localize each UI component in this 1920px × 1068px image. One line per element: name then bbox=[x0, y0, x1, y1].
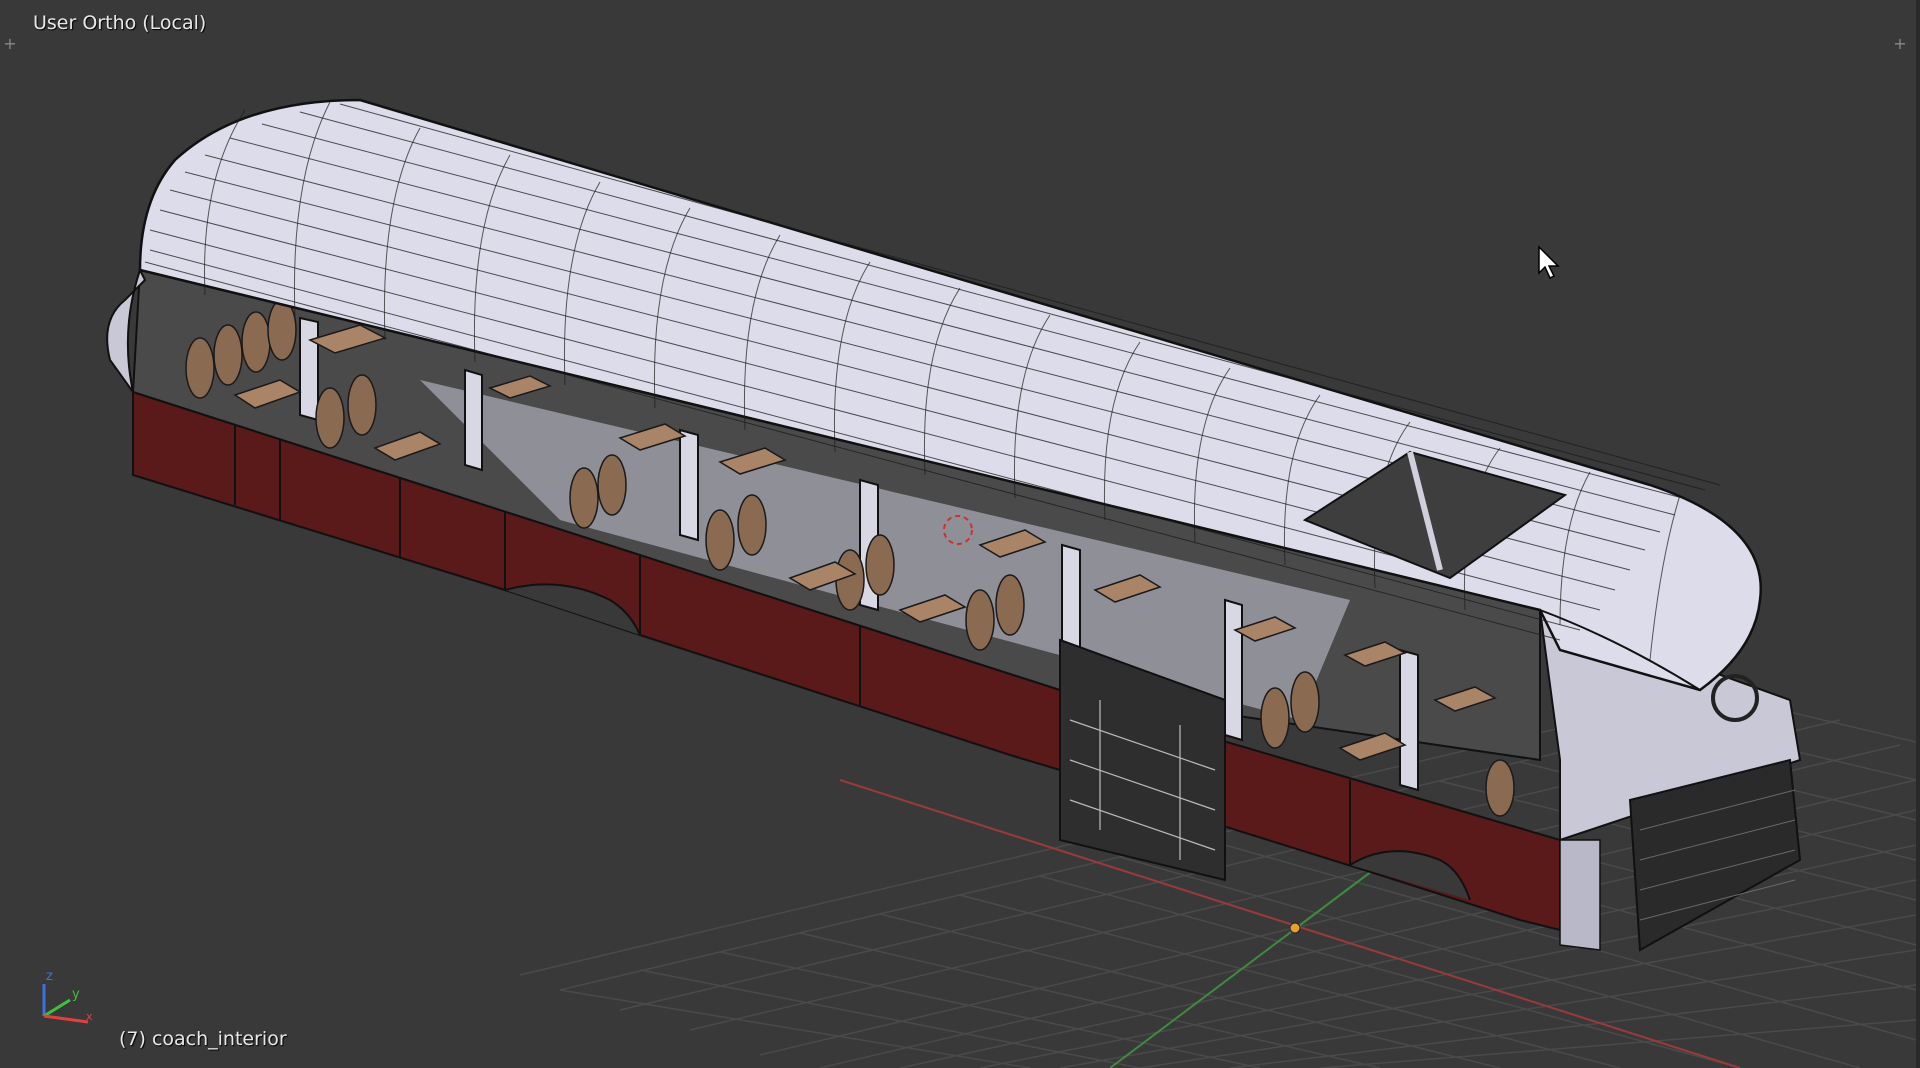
3d-viewport[interactable]: User Ortho (Local) + + z y x (7) coach_i… bbox=[0, 0, 1920, 1068]
object-origin bbox=[1289, 922, 1301, 934]
region-divider[interactable] bbox=[1916, 0, 1920, 1068]
front-wall-grey bbox=[1559, 839, 1601, 951]
corner-split-widget-right[interactable]: + bbox=[1892, 36, 1908, 52]
view-label: User Ortho (Local) bbox=[33, 12, 207, 34]
corner-split-widget-left[interactable]: + bbox=[2, 36, 18, 52]
coach-bus-mesh bbox=[106, 98, 1802, 952]
svg-text:z: z bbox=[46, 969, 53, 984]
svg-text:x: x bbox=[86, 1010, 93, 1023]
axis-gizmo-icon: z y x bbox=[42, 969, 93, 1024]
scene-canvas[interactable] bbox=[0, 0, 1920, 1068]
active-object-label: (7) coach_interior bbox=[119, 1028, 287, 1050]
svg-text:y: y bbox=[72, 987, 80, 1002]
mouse-pointer-icon bbox=[1538, 245, 1560, 280]
